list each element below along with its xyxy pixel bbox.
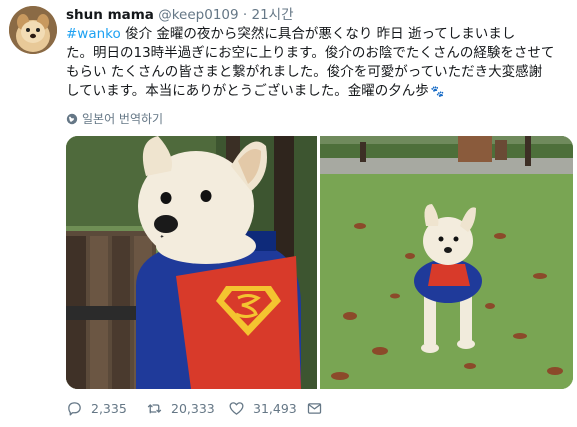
tweet-actions: 2,335 20,333 31,493 <box>66 400 323 417</box>
reply-count: 2,335 <box>91 401 127 416</box>
translate-label[interactable]: 일본어 번역하기 <box>82 110 163 127</box>
direct-message-button[interactable] <box>306 400 323 417</box>
tweet-header: shun mama @keep0109 · 21시간 <box>66 6 294 24</box>
globe-icon <box>66 113 78 124</box>
heart-icon <box>229 402 244 415</box>
paw-prints-emoji: 🐾 <box>430 85 445 98</box>
tweet-line-1: #wanko 俊介 金曜の夜から突然に具合が悪くなり 昨日 逝ってしまいまし <box>66 25 566 44</box>
tweet-line-2: た。明日の13時半過ぎにお空に上ります。俊介のお陰でたくさんの経験をさせて <box>66 45 555 61</box>
tweet-card[interactable]: shun mama @keep0109 · 21시간 #wanko 俊介 金曜の… <box>0 0 577 427</box>
avatar-dog-image <box>9 6 57 54</box>
photo-dog-superman-bench[interactable] <box>66 136 317 389</box>
user-handle[interactable]: @keep0109 <box>158 7 238 23</box>
hashtag-link[interactable]: #wanko <box>66 26 121 42</box>
photo-dog-superman-lawn[interactable] <box>320 136 573 389</box>
separator-dot: · <box>242 7 248 23</box>
translate-tweet-link[interactable]: 일본어 번역하기 <box>66 110 163 127</box>
envelope-icon <box>307 403 322 414</box>
tweet-line-4-text: しています。本当にありがとうございました。金曜の夕ん歩 <box>66 83 429 99</box>
reply-icon <box>68 402 81 416</box>
avatar[interactable] <box>9 6 57 54</box>
reply-button[interactable]: 2,335 <box>66 400 146 417</box>
tweet-line-4: しています。本当にありがとうございました。金曜の夕ん歩 🐾 <box>66 82 566 101</box>
tweet-text: #wanko 俊介 金曜の夜から突然に具合が悪くなり 昨日 逝ってしまいまし た… <box>66 25 566 101</box>
bench-photo-image <box>66 136 317 389</box>
tweet-line-3: もらい たくさんの皆さまと繋がれました。俊介を可愛がっていただき大変感謝 <box>66 64 543 80</box>
tweet-timestamp[interactable]: 21시간 <box>251 7 293 23</box>
tweet-line-1-text: 俊介 金曜の夜から突然に具合が悪くなり 昨日 逝ってしまいまし <box>120 26 516 42</box>
lawn-photo-image <box>320 136 573 389</box>
media-grid <box>66 136 573 389</box>
retweet-icon <box>147 404 162 414</box>
like-count: 31,493 <box>253 401 297 416</box>
retweet-button[interactable]: 20,333 <box>146 400 228 417</box>
like-button[interactable]: 31,493 <box>228 400 306 417</box>
user-name[interactable]: shun mama <box>66 7 154 23</box>
retweet-count: 20,333 <box>171 401 215 416</box>
